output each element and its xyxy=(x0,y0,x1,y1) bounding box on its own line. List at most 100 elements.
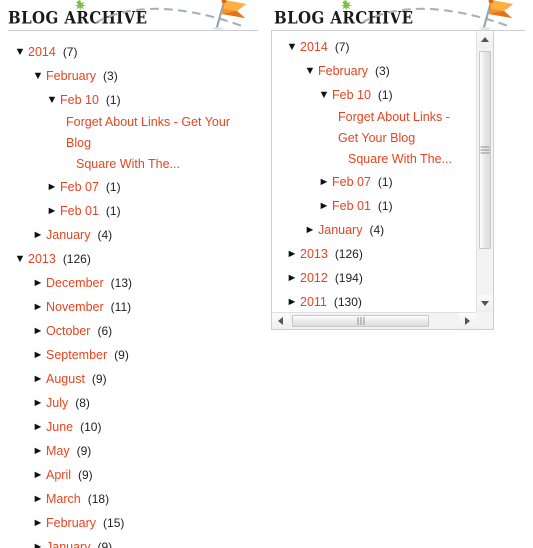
toggle-collapsed-icon[interactable]: ► xyxy=(316,194,332,218)
archive-row: ► November (11) xyxy=(0,295,266,319)
chevron-down-icon xyxy=(481,301,489,306)
archive-link-y2013[interactable]: 2013 xyxy=(28,247,56,271)
archive-count: (15) xyxy=(103,516,125,530)
archive-link-s-y2013[interactable]: 2013 xyxy=(300,242,328,266)
archive-count: (1) xyxy=(105,204,121,218)
archive-count: (4) xyxy=(97,228,113,242)
toggle-collapsed-icon[interactable]: ► xyxy=(284,290,300,312)
blog-archive-widget-plain: BLOG ARCHIVE ▼ 2014 (7) ▼ February (3) ▼ Feb 10… xyxy=(0,0,266,548)
scroll-down-button[interactable] xyxy=(477,295,493,312)
archive-row: ► January (4) xyxy=(272,218,476,242)
archive-row: ► January (9) xyxy=(0,535,266,548)
vertical-scrollbar[interactable] xyxy=(476,31,493,312)
archive-link-m2013-10[interactable]: October xyxy=(46,319,90,343)
archive-link-m2013-02[interactable]: February xyxy=(46,511,96,535)
archive-count: (4) xyxy=(369,223,385,237)
archive-link-s-d2014-0210[interactable]: Feb 10 xyxy=(332,83,371,107)
archive-count: (130) xyxy=(333,295,362,309)
archive-link-m2013-05[interactable]: May xyxy=(46,439,70,463)
archive-row: ► October (6) xyxy=(0,319,266,343)
widget-header: BLOG ARCHIVE xyxy=(0,0,266,34)
toggle-collapsed-icon[interactable]: ► xyxy=(30,415,46,439)
archive-link-s-d2014-0201[interactable]: Feb 01 xyxy=(332,194,371,218)
scrollbar-grip-icon xyxy=(480,146,490,154)
archive-post-link[interactable]: Forget About Links - Get Your Blog Square… xyxy=(0,112,262,175)
archive-row: ▼ 2013 (126) xyxy=(0,247,266,271)
archive-count: (9) xyxy=(91,372,107,386)
toggle-expanded-icon[interactable]: ▼ xyxy=(30,64,46,88)
toggle-collapsed-icon[interactable]: ► xyxy=(30,343,46,367)
toggle-collapsed-icon[interactable]: ► xyxy=(30,511,46,535)
archive-link-m2013-04[interactable]: April xyxy=(46,463,71,487)
archive-link-m2013-12[interactable]: December xyxy=(46,271,104,295)
archive-post-link-line2: Square With The... xyxy=(348,152,452,166)
toggle-expanded-icon[interactable]: ▼ xyxy=(284,35,300,59)
archive-link-m2014-02[interactable]: February xyxy=(46,64,96,88)
archive-count: (1) xyxy=(377,88,393,102)
archive-link-m2014-01[interactable]: January xyxy=(46,223,90,247)
archive-count: (3) xyxy=(375,64,390,78)
archive-link-s-y2012[interactable]: 2012 xyxy=(300,266,328,290)
archive-scroll-frame: ▼ 2014 (7) ▼ February (3) ▼ Feb 10 (1) Forget Abo… xyxy=(271,30,494,330)
toggle-expanded-icon[interactable]: ▼ xyxy=(12,40,28,64)
archive-count: (3) xyxy=(103,69,118,83)
archive-link-s-m2014-02[interactable]: February xyxy=(318,59,368,83)
archive-count: (9) xyxy=(97,540,113,548)
archive-row: ▼ Feb 10 (1) xyxy=(272,83,476,107)
archive-link-m2013-11[interactable]: November xyxy=(46,295,104,319)
toggle-collapsed-icon[interactable]: ► xyxy=(30,391,46,415)
archive-link-s-y2011[interactable]: 2011 xyxy=(300,290,327,312)
scroll-up-button[interactable] xyxy=(477,31,493,48)
toggle-collapsed-icon[interactable]: ► xyxy=(44,199,60,223)
archive-link-m2013-06[interactable]: June xyxy=(46,415,73,439)
archive-row: ► September (9) xyxy=(0,343,266,367)
toggle-collapsed-icon[interactable]: ► xyxy=(30,367,46,391)
toggle-expanded-icon[interactable]: ▼ xyxy=(302,59,318,83)
toggle-expanded-icon[interactable]: ▼ xyxy=(44,88,60,112)
archive-link-s-m2014-01[interactable]: January xyxy=(318,218,362,242)
archive-link-m2013-08[interactable]: August xyxy=(46,367,85,391)
toggle-collapsed-icon[interactable]: ► xyxy=(30,487,46,511)
archive-post-link[interactable]: Forget About Links - Get Your Blog Square… xyxy=(272,107,476,170)
toggle-collapsed-icon[interactable]: ► xyxy=(30,439,46,463)
archive-row: ► March (18) xyxy=(0,487,266,511)
archive-count: (11) xyxy=(110,300,132,314)
toggle-collapsed-icon[interactable]: ► xyxy=(30,295,46,319)
archive-post-link-line2: Square With The... xyxy=(76,157,180,171)
archive-link-m2013-07[interactable]: July xyxy=(46,391,68,415)
toggle-collapsed-icon[interactable]: ► xyxy=(30,223,46,247)
archive-link-s-d2014-0207[interactable]: Feb 07 xyxy=(332,170,371,194)
toggle-expanded-icon[interactable]: ▼ xyxy=(316,83,332,107)
scroll-right-button[interactable] xyxy=(459,313,476,329)
toggle-collapsed-icon[interactable]: ► xyxy=(30,271,46,295)
page-title-scrollable: BLOG ARCHIVE xyxy=(274,7,414,28)
archive-link-d2014-0210[interactable]: Feb 10 xyxy=(60,88,99,112)
horizontal-scrollbar-thumb[interactable] xyxy=(292,315,429,327)
toggle-collapsed-icon[interactable]: ► xyxy=(316,170,332,194)
scroll-left-button[interactable] xyxy=(272,313,289,329)
screenshot-stage: BLOG ARCHIVE ▼ 2014 (7) ▼ February (3) ▼ Feb 10… xyxy=(0,0,533,548)
archive-link-m2013-09[interactable]: September xyxy=(46,343,107,367)
toggle-collapsed-icon[interactable]: ► xyxy=(302,218,318,242)
widget-header-scrollable: BLOG ARCHIVE xyxy=(266,0,533,34)
archive-link-y2014[interactable]: 2014 xyxy=(28,40,56,64)
archive-link-m2013-01[interactable]: January xyxy=(46,535,90,548)
toggle-expanded-icon[interactable]: ▼ xyxy=(12,247,28,271)
toggle-collapsed-icon[interactable]: ► xyxy=(284,242,300,266)
archive-count: (6) xyxy=(97,324,113,338)
archive-link-d2014-0207[interactable]: Feb 07 xyxy=(60,175,99,199)
archive-count: (126) xyxy=(334,247,363,261)
archive-link-d2014-0201[interactable]: Feb 01 xyxy=(60,199,99,223)
toggle-collapsed-icon[interactable]: ► xyxy=(44,175,60,199)
archive-count: (18) xyxy=(87,492,110,506)
orange-flag-pin-icon xyxy=(212,0,246,30)
toggle-collapsed-icon[interactable]: ► xyxy=(30,319,46,343)
archive-link-m2013-03[interactable]: March xyxy=(46,487,81,511)
archive-link-s-y2014[interactable]: 2014 xyxy=(300,35,328,59)
toggle-collapsed-icon[interactable]: ► xyxy=(30,463,46,487)
archive-count: (9) xyxy=(78,468,93,482)
horizontal-scrollbar[interactable] xyxy=(272,312,476,329)
toggle-collapsed-icon[interactable]: ► xyxy=(30,535,46,548)
vertical-scrollbar-thumb[interactable] xyxy=(479,51,491,249)
toggle-collapsed-icon[interactable]: ► xyxy=(284,266,300,290)
